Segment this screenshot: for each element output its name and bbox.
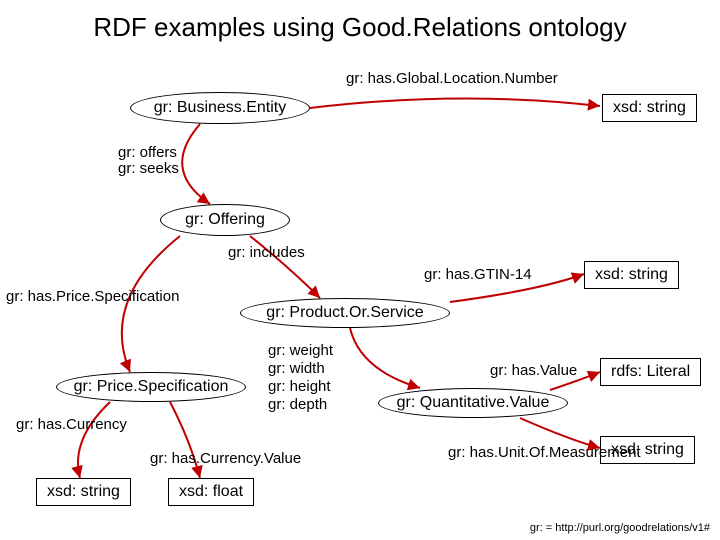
edge-label-has-uom: gr: has.Unit.Of.Measurement	[448, 444, 641, 462]
node-label: rdfs: Literal	[611, 363, 690, 381]
node-label: gr: Price.Specification	[74, 378, 229, 396]
node-xsd-string-4: xsd: string	[36, 478, 131, 506]
node-label: gr: Business.Entity	[154, 99, 287, 117]
node-label: xsd: string	[613, 99, 686, 117]
node-label: xsd: string	[47, 483, 120, 501]
node-label: xsd: float	[179, 483, 243, 501]
node-price-specification: gr: Price.Specification	[56, 372, 246, 402]
node-business-entity: gr: Business.Entity	[130, 92, 310, 124]
node-quantitative-value: gr: Quantitative.Value	[378, 388, 568, 418]
node-xsd-string-1: xsd: string	[602, 94, 697, 122]
node-label: xsd: string	[595, 266, 668, 284]
edge-label-weight: gr: weight	[268, 342, 333, 360]
edge-label-width: gr: width	[268, 360, 333, 378]
edge-label-has-currency-value: gr: has.Currency.Value	[150, 450, 301, 468]
node-product-or-service: gr: Product.Or.Service	[240, 298, 450, 328]
edge-label-has-currency: gr: has.Currency	[16, 416, 127, 434]
node-label: gr: Offering	[185, 211, 265, 229]
edge-label-gtin14: gr: has.GTIN-14	[424, 266, 532, 284]
edge-label-price-spec: gr: has.Price.Specification	[6, 288, 179, 306]
edge-label-includes: gr: includes	[228, 244, 305, 262]
node-rdfs-literal: rdfs: Literal	[600, 358, 701, 386]
node-label: gr: Product.Or.Service	[266, 304, 423, 322]
edge-label-has-value: gr: has.Value	[490, 362, 577, 380]
node-xsd-float: xsd: float	[168, 478, 254, 506]
node-label: gr: Quantitative.Value	[397, 394, 550, 412]
node-offering: gr: Offering	[160, 204, 290, 236]
edge-label-depth: gr: depth	[268, 396, 333, 414]
edge-label-seeks: gr: seeks	[118, 160, 179, 178]
edge-label-dimensions: gr: weight gr: width gr: height gr: dept…	[268, 342, 333, 414]
node-xsd-string-2: xsd: string	[584, 261, 679, 289]
edge-label-gln: gr: has.Global.Location.Number	[346, 70, 558, 88]
edge-label-height: gr: height	[268, 378, 333, 396]
